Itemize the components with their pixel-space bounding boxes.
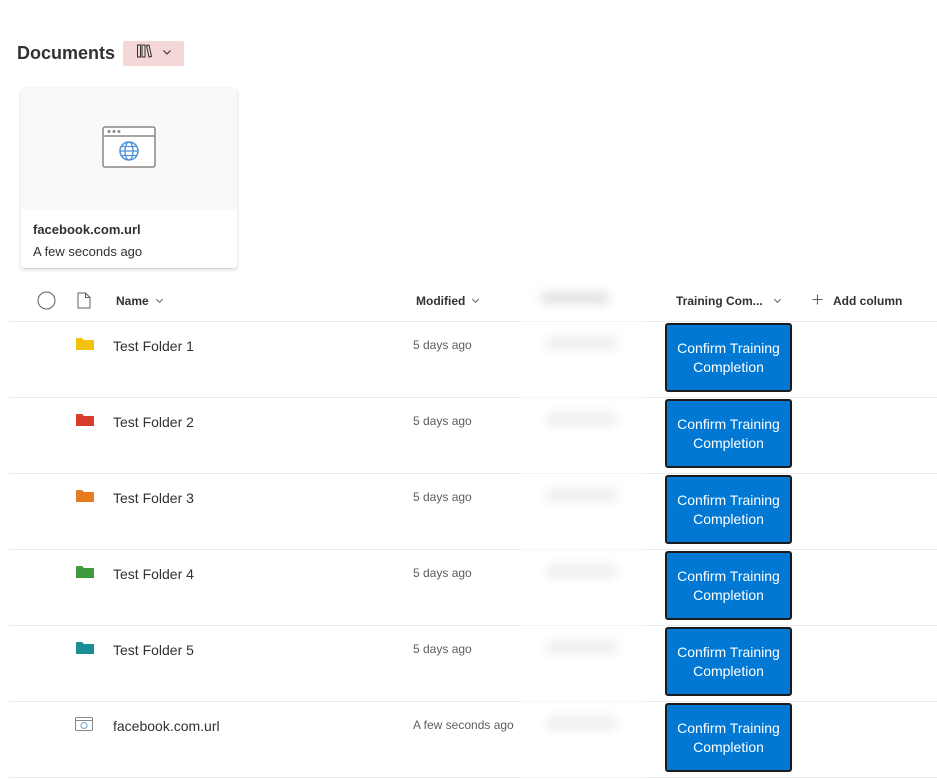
file-type-icon[interactable] <box>77 280 91 321</box>
row-modified: 5 days ago <box>413 642 472 656</box>
row-file-name[interactable]: facebook.com.url <box>113 718 220 734</box>
row-file-name[interactable]: Test Folder 5 <box>113 642 194 658</box>
page-title: Documents <box>17 42 116 63</box>
file-tile[interactable]: facebook.com.url A few seconds ago <box>21 88 237 268</box>
library-header: Documents <box>17 40 185 66</box>
plus-icon <box>812 294 823 308</box>
list-row[interactable]: Test Folder 4 5 days ago Confirm Training … <box>9 550 937 626</box>
confirm-training-button[interactable]: Confirm Training Completion <box>665 399 792 468</box>
chevron-down-icon <box>773 294 782 308</box>
confirm-training-button[interactable]: Confirm Training Completion <box>665 323 792 392</box>
list-row[interactable]: Test Folder 1 5 days ago Confirm Training … <box>9 322 937 398</box>
row-file-name[interactable]: Test Folder 3 <box>113 490 194 506</box>
column-name-label: Name <box>116 293 149 308</box>
chevron-down-icon <box>471 294 480 308</box>
row-file-name[interactable]: Test Folder 4 <box>113 566 194 582</box>
library-icon <box>136 43 152 64</box>
column-header-modified[interactable]: Modified <box>416 280 480 321</box>
documents-list: Name Modified Training Com... Add column… <box>9 280 937 778</box>
row-file-name[interactable]: Test Folder 1 <box>113 338 194 354</box>
chevron-down-icon <box>155 294 164 308</box>
add-column-button[interactable]: Add column <box>812 280 902 321</box>
confirm-training-button[interactable]: Confirm Training Completion <box>665 627 792 696</box>
row-modified: 5 days ago <box>413 566 472 580</box>
folder-icon <box>75 337 95 354</box>
row-modified: A few seconds ago <box>413 718 514 732</box>
list-rows: Test Folder 1 5 days ago Confirm Training … <box>9 322 937 778</box>
column-header-training[interactable]: Training Com... <box>676 280 782 321</box>
list-row[interactable]: Test Folder 3 5 days ago Confirm Training … <box>9 474 937 550</box>
redacted-column-header <box>540 292 610 304</box>
select-all-checkbox[interactable] <box>37 280 56 321</box>
folder-icon <box>75 641 95 658</box>
add-column-label: Add column <box>833 293 903 308</box>
redacted-column <box>520 280 643 779</box>
folder-icon <box>75 565 95 582</box>
list-row[interactable]: facebook.com.url A few seconds ago Confirm… <box>9 702 937 778</box>
confirm-training-button[interactable]: Confirm Training Completion <box>665 551 792 620</box>
folder-icon <box>75 489 95 506</box>
tile-modified-date: A few seconds ago <box>33 244 143 259</box>
list-row[interactable]: Test Folder 2 5 days ago Confirm Training … <box>9 398 937 474</box>
list-row[interactable]: Test Folder 5 5 days ago Confirm Training … <box>9 626 937 702</box>
folder-icon <box>75 413 95 430</box>
row-modified: 5 days ago <box>413 490 472 504</box>
column-training-label: Training Com... <box>676 293 763 308</box>
web-link-icon <box>102 125 156 173</box>
chevron-down-icon <box>162 44 172 62</box>
row-file-name[interactable]: Test Folder 2 <box>113 414 194 430</box>
row-modified: 5 days ago <box>413 414 472 428</box>
confirm-training-button[interactable]: Confirm Training Completion <box>665 703 792 772</box>
view-switcher-button[interactable] <box>123 40 185 66</box>
tile-file-name: facebook.com.url <box>33 222 141 237</box>
list-header: Name Modified Training Com... Add column <box>9 280 937 322</box>
tile-preview <box>21 88 237 210</box>
web-link-icon <box>75 717 93 734</box>
column-modified-label: Modified <box>416 293 466 308</box>
confirm-training-button[interactable]: Confirm Training Completion <box>665 475 792 544</box>
row-modified: 5 days ago <box>413 338 472 352</box>
column-header-name[interactable]: Name <box>116 280 164 321</box>
